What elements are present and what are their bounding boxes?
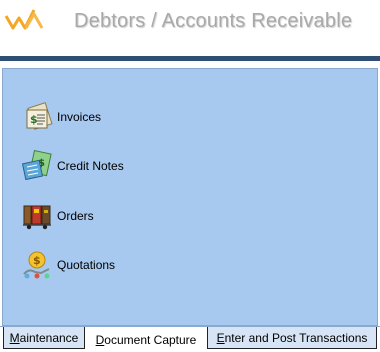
svg-text:$: $ — [30, 113, 38, 126]
tab-mnemonic: M — [9, 330, 20, 345]
quotations-icon: $ — [23, 251, 50, 279]
svg-text:$: $ — [33, 254, 41, 267]
tab-document-capture[interactable]: Document Capture — [86, 327, 206, 352]
tab-label: ocument Capture — [104, 333, 197, 347]
menu-item-label: Orders — [57, 209, 94, 223]
menu-item-label: Quotations — [57, 258, 116, 272]
invoice-icon: $ — [26, 102, 53, 130]
tab-mnemonic: D — [95, 333, 105, 347]
tab-label: nter and Post Transactions — [224, 330, 368, 345]
tab-maintenance[interactable]: Maintenance — [3, 327, 85, 349]
credit-note-icon: $ — [21, 150, 52, 181]
page-title: Debtors / Accounts Receivable — [74, 10, 353, 32]
document-capture-panel: $ Invoices $ Credit Notes Orders $ Quota… — [2, 68, 378, 326]
header-gap — [0, 61, 380, 68]
tab-mnemonic: E — [216, 330, 225, 345]
tab-bar: Maintenance Document Capture Enter and P… — [0, 326, 380, 352]
tab-enter-and-post-transactions[interactable]: Enter and Post Transactions — [207, 327, 377, 349]
menu-item-orders[interactable]: Orders — [21, 200, 94, 232]
menu-item-label: Credit Notes — [57, 159, 124, 173]
app-header: Debtors / Accounts Receivable — [0, 0, 380, 56]
menu-item-quotations[interactable]: $ Quotations — [21, 249, 115, 281]
menu-item-label: Invoices — [57, 110, 102, 124]
tab-label: aintenance — [19, 330, 79, 345]
menu-item-credit-notes[interactable]: $ Credit Notes — [21, 150, 124, 182]
app-logo-icon — [4, 9, 44, 30]
menu-item-invoices[interactable]: $ Invoices — [21, 101, 101, 133]
orders-icon — [23, 205, 51, 230]
